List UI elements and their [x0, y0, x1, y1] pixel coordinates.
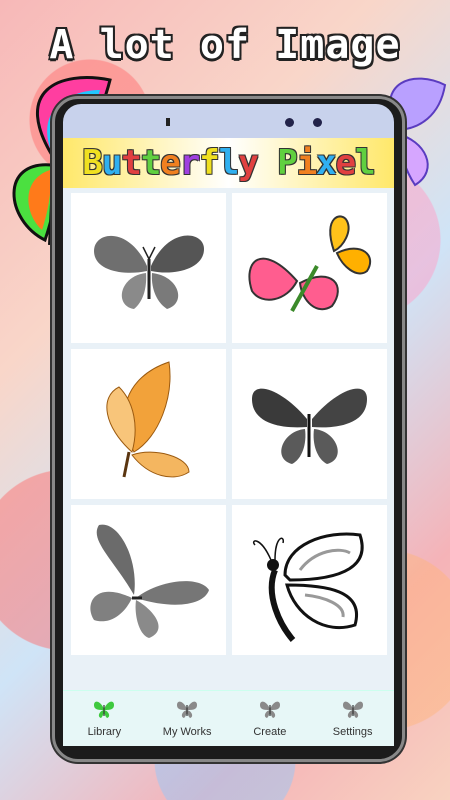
nav-item-settings[interactable]: Settings — [313, 699, 393, 738]
app-title-letter — [258, 143, 277, 183]
butterfly-icon — [342, 699, 364, 726]
butterfly-icon — [176, 699, 198, 726]
nav-item-my-works[interactable]: My Works — [147, 699, 227, 738]
butterfly-icon — [93, 699, 115, 726]
phone-sensor — [166, 118, 170, 126]
app-screen: Butterfly Pixel Library My Works Create … — [63, 138, 394, 746]
app-title-letter: l — [355, 143, 376, 183]
phone-camera-2 — [313, 118, 322, 127]
app-title-letter: u — [101, 143, 123, 183]
app-title: Butterfly Pixel — [63, 138, 394, 188]
gallery-item-pink-orange-butterflies[interactable] — [232, 193, 387, 343]
nav-item-label: My Works — [162, 726, 212, 738]
headline: A lot of Image — [49, 22, 401, 68]
gray-butterfly-image — [93, 235, 204, 309]
gray-side-butterfly-image — [89, 524, 209, 638]
dark-gray-butterfly-image — [252, 388, 367, 464]
nav-item-label: Settings — [332, 726, 373, 738]
phone-camera — [285, 118, 294, 127]
app-title-letter: l — [218, 143, 240, 183]
gallery-item-orange-butterfly[interactable] — [71, 349, 226, 499]
gallery-item-dark-gray-butterfly[interactable] — [232, 349, 387, 499]
gallery-item-gray-butterfly[interactable] — [71, 193, 226, 343]
nav-item-library[interactable]: Library — [64, 699, 144, 738]
app-title-letter: f — [199, 143, 220, 183]
bottom-navigation: Library My Works Create Settings — [63, 690, 394, 746]
gallery-item-black-white-butterfly[interactable] — [232, 505, 387, 655]
black-white-butterfly-image — [252, 532, 364, 642]
app-title-letter: B — [82, 143, 103, 183]
app-title-letter: y — [238, 143, 259, 183]
phone-top-bar — [63, 104, 394, 138]
app-title-letter: t — [121, 143, 142, 183]
app-title-letter: r — [179, 143, 201, 183]
pink-orange-butterflies-image — [248, 215, 372, 312]
app-title-letter: e — [335, 143, 357, 183]
app-title-letter: t — [140, 143, 162, 183]
nav-item-label: Library — [87, 726, 122, 738]
app-title-letter: i — [296, 143, 318, 183]
butterfly-icon — [259, 699, 281, 726]
app-title-letter: x — [316, 143, 337, 183]
gallery-grid — [63, 188, 394, 655]
orange-butterfly-image — [105, 360, 190, 477]
gallery-item-gray-side-butterfly[interactable] — [71, 505, 226, 655]
nav-item-create[interactable]: Create — [230, 699, 310, 738]
app-title-letter: e — [160, 143, 181, 183]
phone-frame: Butterfly Pixel Library My Works Create … — [52, 96, 405, 762]
nav-item-label: Create — [253, 726, 287, 738]
app-title-letter: P — [277, 143, 298, 183]
